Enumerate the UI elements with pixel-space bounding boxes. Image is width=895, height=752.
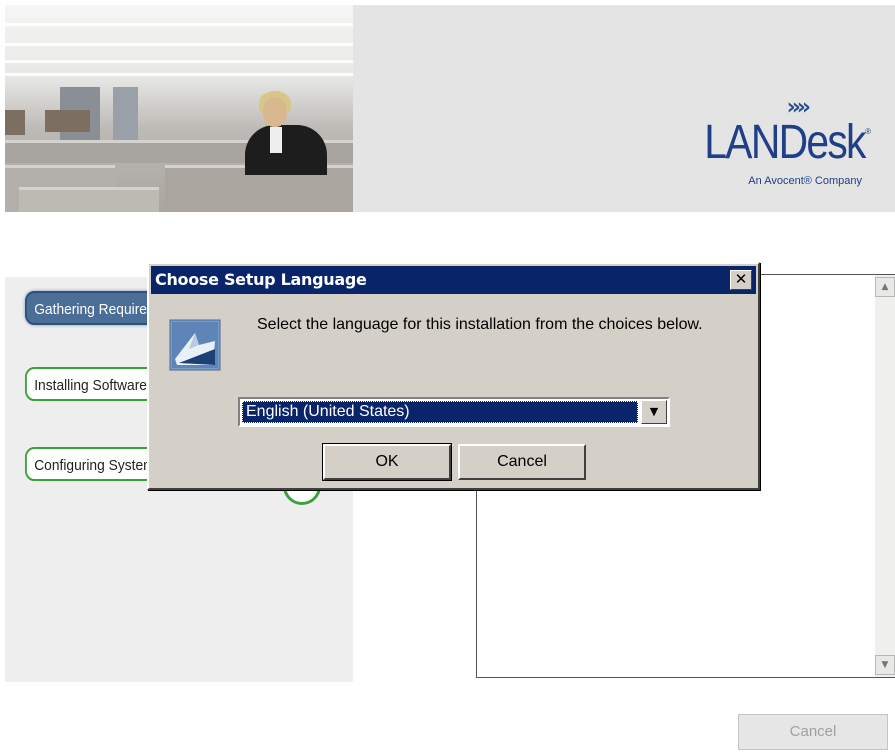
office-photo	[5, 5, 353, 212]
setup-icon	[169, 319, 221, 371]
language-select[interactable]: English (United States) ▼	[238, 397, 670, 427]
logo-wordmark: LANDesk	[704, 116, 867, 169]
landesk-logo: »» LANDesk ® An Avocent® Company	[665, 95, 871, 195]
language-selected-value[interactable]: English (United States)	[242, 401, 638, 423]
dialog-title: Choose Setup Language	[155, 270, 367, 289]
close-icon[interactable]: ✕	[730, 270, 752, 290]
logo-tagline: An Avocent® Company	[748, 175, 862, 187]
ok-button[interactable]: OK	[322, 443, 452, 481]
choose-setup-language-dialog: Choose Setup Language ✕ Select the langu…	[147, 262, 760, 490]
log-scrollbar[interactable]: ▲ ▼	[875, 275, 895, 677]
header-banner: »» LANDesk ® An Avocent® Company	[5, 5, 895, 212]
person-figure	[245, 125, 327, 175]
dialog-prompt-text: Select the language for this installatio…	[257, 316, 703, 333]
installer-cancel-button[interactable]: Cancel	[738, 714, 888, 750]
cancel-button[interactable]: Cancel	[458, 444, 586, 480]
chevron-down-icon[interactable]: ▼	[641, 400, 667, 424]
scroll-down-arrow-icon[interactable]: ▼	[875, 655, 895, 675]
logo-registered-mark: ®	[865, 127, 871, 136]
scroll-up-arrow-icon[interactable]: ▲	[875, 277, 895, 297]
dialog-titlebar[interactable]: Choose Setup Language ✕	[151, 266, 756, 294]
